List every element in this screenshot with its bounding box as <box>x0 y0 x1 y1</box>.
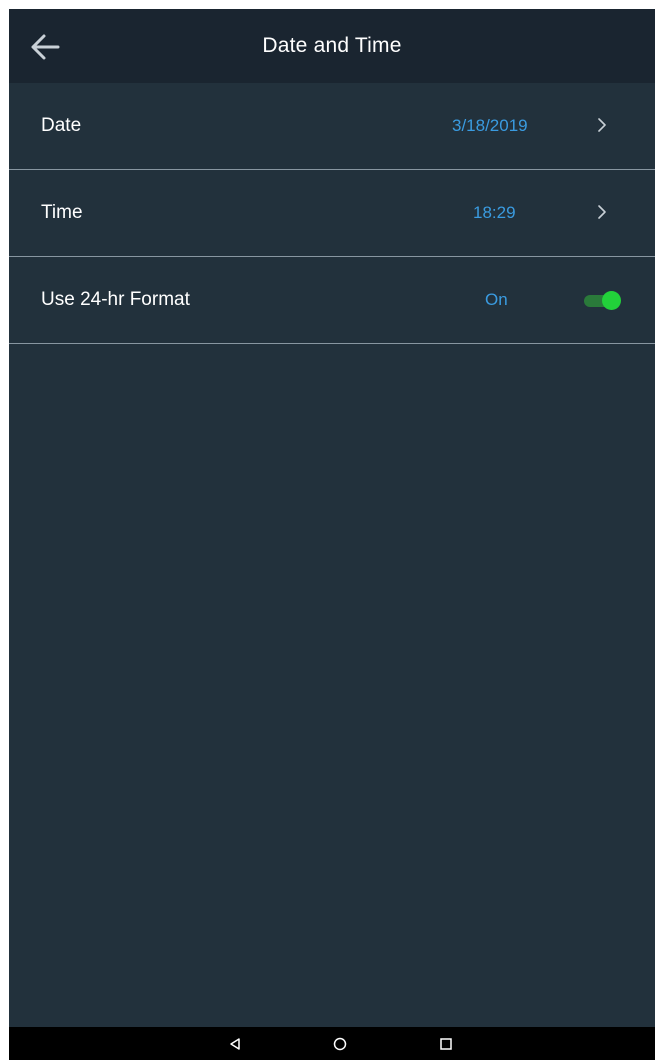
format-24hr-row: Use 24-hr Format On <box>9 257 655 344</box>
nav-back-icon <box>230 1037 240 1050</box>
nav-back-button[interactable] <box>213 1027 257 1060</box>
chevron-right-icon <box>598 118 606 132</box>
format-24hr-toggle[interactable] <box>582 290 622 310</box>
format-24hr-status: On <box>485 290 508 309</box>
chevron-right-icon <box>598 205 606 219</box>
toggle-thumb <box>602 291 621 310</box>
nav-home-icon <box>333 1037 347 1050</box>
time-row[interactable]: Time 18:29 <box>9 170 655 257</box>
time-value: 18:29 <box>473 203 516 222</box>
time-label: Time <box>41 202 83 223</box>
nav-home-button[interactable] <box>318 1027 362 1060</box>
page-title: Date and Time <box>262 34 402 57</box>
nav-recents-icon <box>440 1037 452 1050</box>
date-label: Date <box>41 115 82 136</box>
date-row[interactable]: Date 3/18/2019 <box>9 83 655 170</box>
nav-recents-button[interactable] <box>424 1027 468 1060</box>
settings-list: Date 3/18/2019 Time 18:29 Use 24-hr Form… <box>9 83 655 344</box>
system-nav-bar <box>9 1027 655 1060</box>
app-bar: Date and Time <box>9 9 655 83</box>
date-value: 3/18/2019 <box>452 116 528 135</box>
format-24hr-label: Use 24-hr Format <box>41 289 190 310</box>
device-screen: Date and Time Date 3/18/2019 Time 18:29 … <box>9 9 655 1060</box>
